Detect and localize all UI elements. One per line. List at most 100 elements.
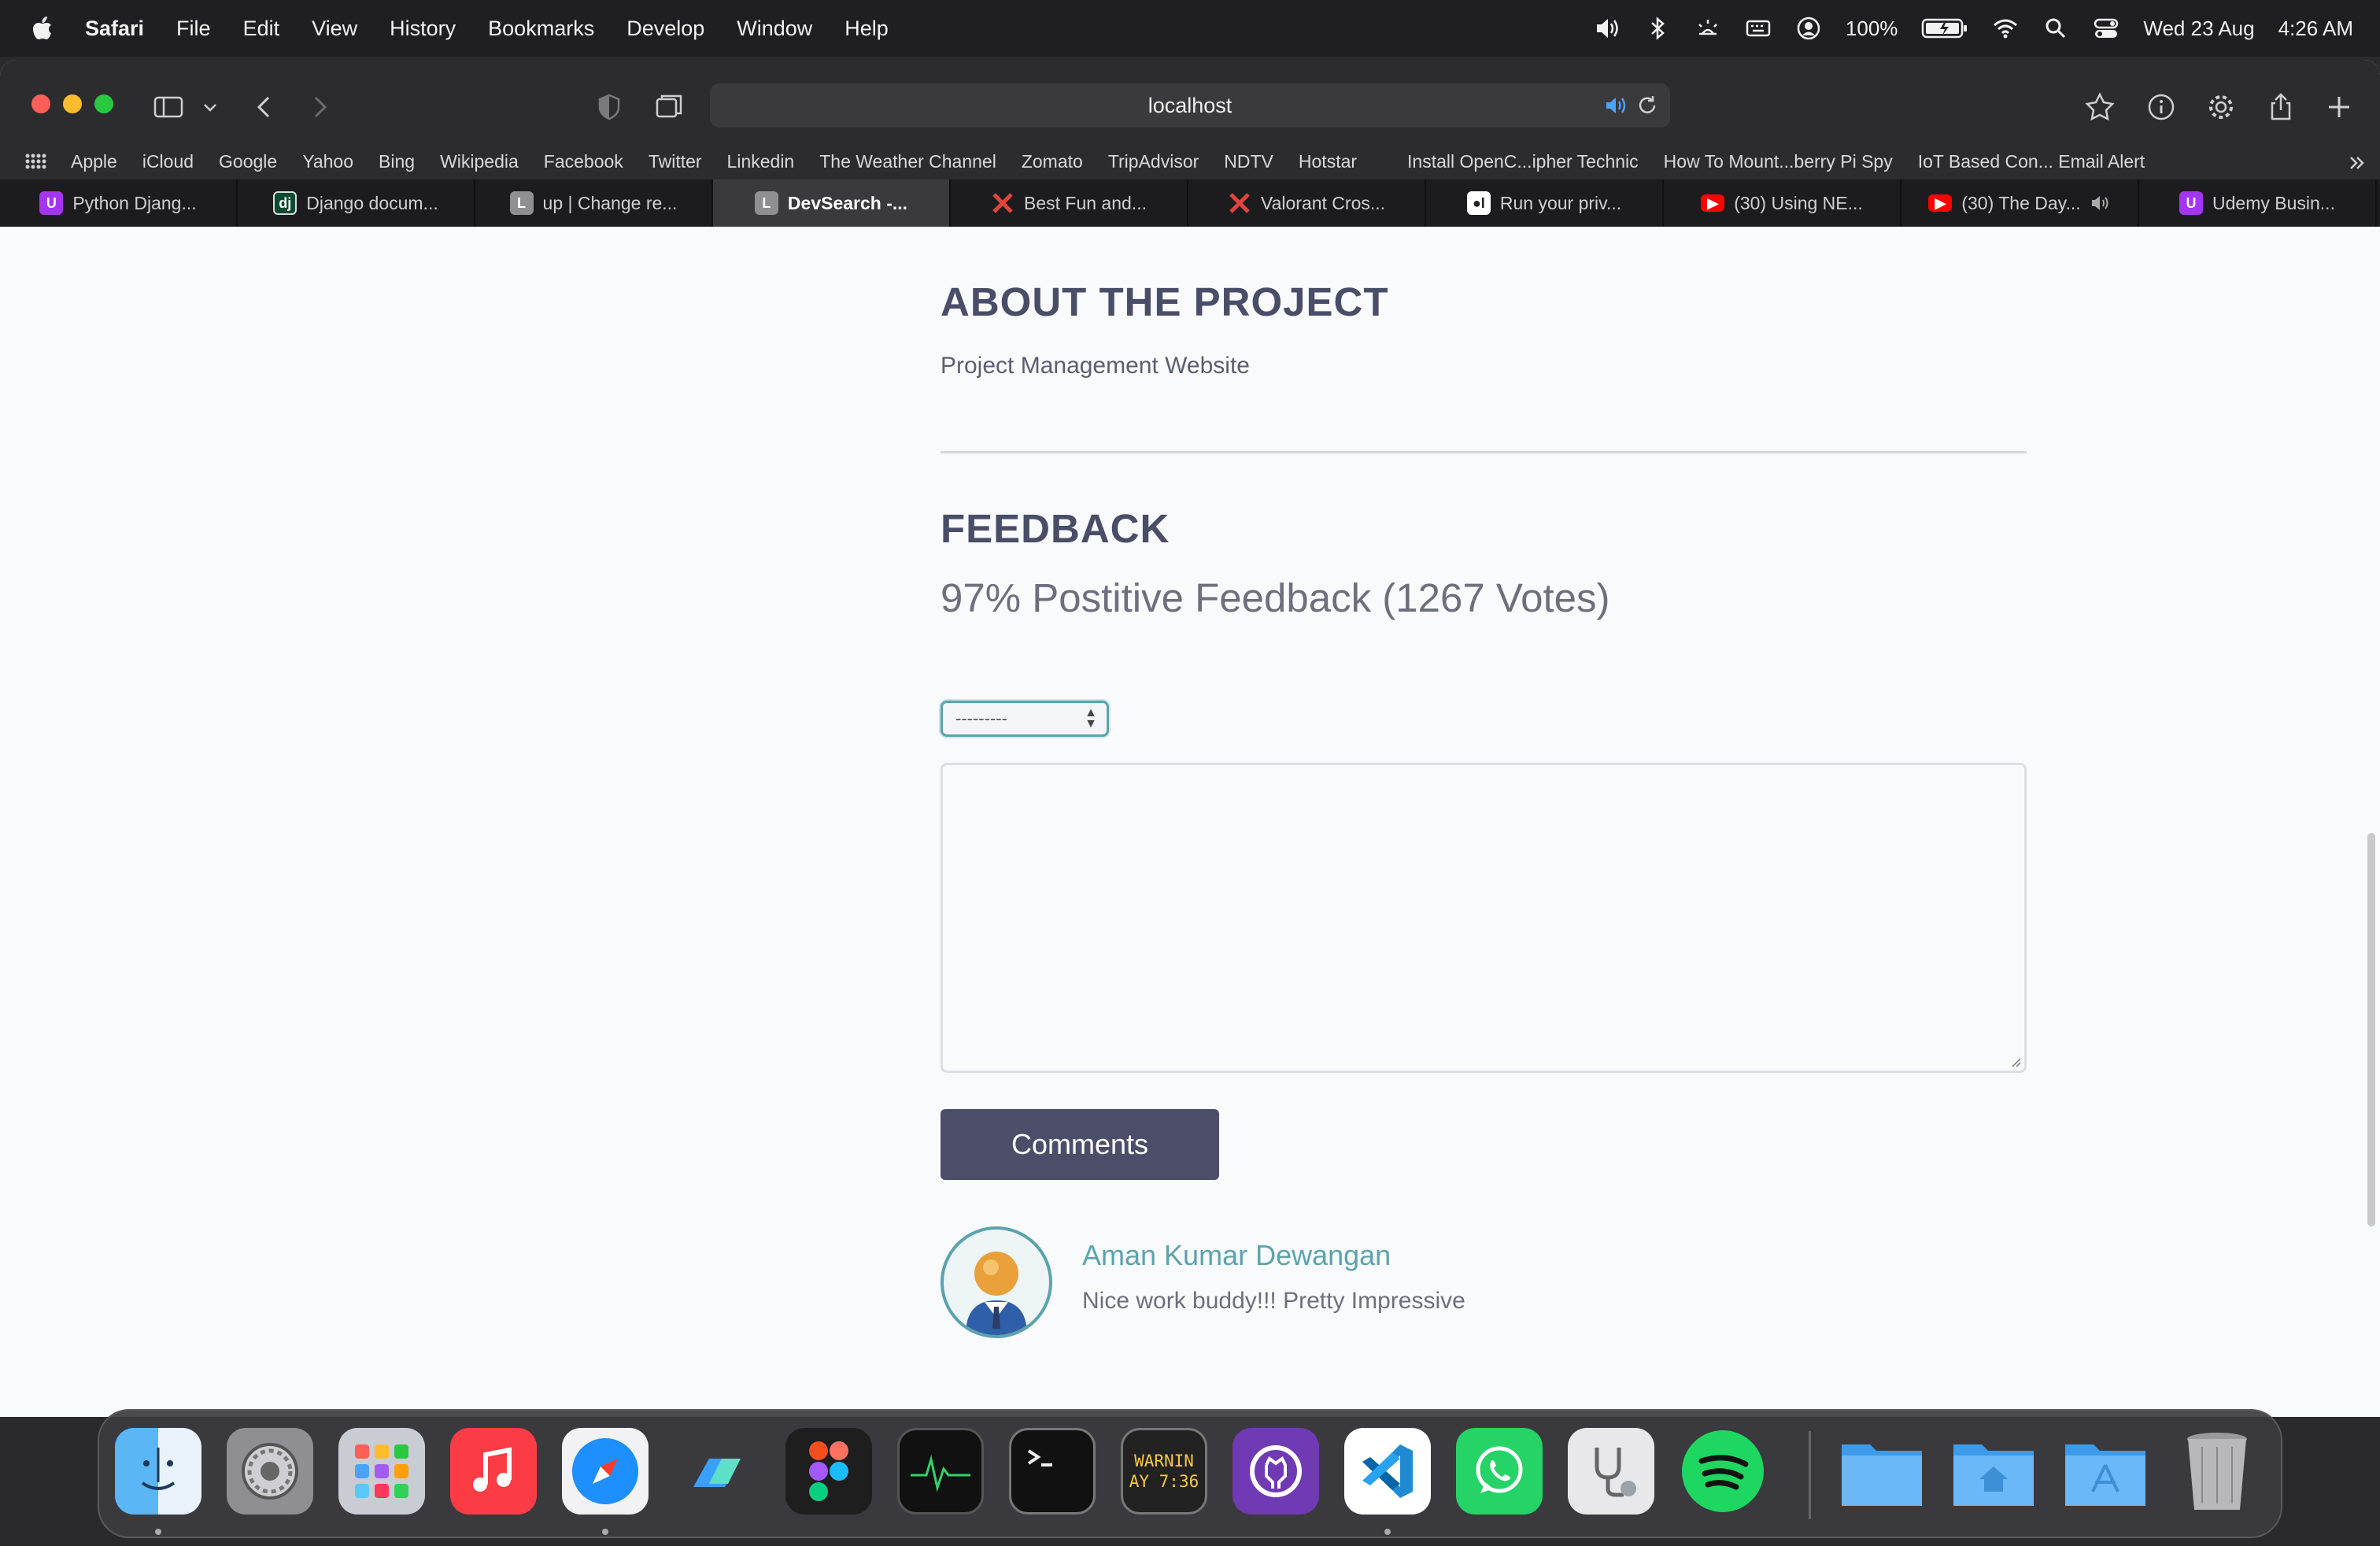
- folder-icon[interactable]: [1839, 1428, 1925, 1515]
- bookmark-item[interactable]: Linkedin: [727, 151, 795, 172]
- tab-devsearch[interactable]: L DevSearch -...: [713, 179, 951, 227]
- tab-run-private[interactable]: ●I Run your priv...: [1426, 179, 1664, 227]
- finder-icon[interactable]: [115, 1428, 201, 1515]
- privacy-shield-icon[interactable]: [593, 91, 625, 123]
- vote-select-value: ---------: [955, 708, 1007, 728]
- figma-icon[interactable]: [785, 1428, 872, 1515]
- tab-youtube-2[interactable]: ▶ (30) The Day...: [1901, 179, 2139, 227]
- menu-bookmarks[interactable]: Bookmarks: [488, 17, 594, 41]
- launchpad-icon[interactable]: [338, 1428, 425, 1515]
- new-tab-icon[interactable]: [2323, 91, 2355, 123]
- bookmark-item[interactable]: Hotstar: [1299, 151, 1357, 172]
- tab-youtube-1[interactable]: ▶ (30) Using NE...: [1664, 179, 1901, 227]
- bookmark-item[interactable]: Wikipedia: [440, 151, 519, 172]
- console-icon[interactable]: WARNIN AY 7:36: [1121, 1428, 1207, 1515]
- bluetooth-icon[interactable]: [1644, 15, 1671, 42]
- apps-grid-icon[interactable]: [24, 150, 47, 173]
- app-icon[interactable]: [674, 1428, 760, 1515]
- music-icon[interactable]: [450, 1428, 537, 1515]
- letter-l-icon: L: [509, 191, 534, 215]
- bookmark-item[interactable]: Facebook: [544, 151, 623, 172]
- bookmark-item[interactable]: IoT Based Con... Email Alert: [1918, 151, 2145, 172]
- comments-submit-button[interactable]: Comments: [941, 1109, 1219, 1180]
- tab-best-fun[interactable]: Best Fun and...: [951, 179, 1188, 227]
- battery-icon[interactable]: [1921, 15, 1968, 42]
- more-bookmarks-chevron-icon[interactable]: [2347, 153, 2367, 173]
- keyboard-icon[interactable]: [1745, 15, 1772, 42]
- menu-view[interactable]: View: [312, 17, 357, 41]
- settings-gear-icon[interactable]: [2205, 91, 2237, 123]
- menu-file[interactable]: File: [176, 17, 211, 41]
- bookmark-item[interactable]: Apple: [71, 151, 117, 172]
- tab-udemy-business[interactable]: U Udemy Busin...: [2139, 179, 2377, 227]
- activity-monitor-icon[interactable]: [897, 1428, 984, 1515]
- back-icon[interactable]: [249, 91, 280, 123]
- apple-menu-icon[interactable]: [31, 16, 54, 41]
- applications-folder-icon[interactable]: [2062, 1428, 2149, 1515]
- tab-audio-icon[interactable]: [1604, 94, 1628, 117]
- running-indicator: [602, 1529, 608, 1535]
- reviewer-name[interactable]: Aman Kumar Dewangan: [1082, 1239, 1391, 1272]
- whatsapp-icon[interactable]: [1456, 1428, 1543, 1515]
- safari-icon[interactable]: [562, 1428, 649, 1515]
- bookmark-item[interactable]: Zomato: [1022, 151, 1083, 172]
- bookmark-star-icon[interactable]: [2084, 91, 2116, 123]
- resize-grip-icon[interactable]: [2009, 1055, 2021, 1067]
- bookmark-item[interactable]: TripAdvisor: [1108, 151, 1199, 172]
- spotify-icon[interactable]: [1680, 1428, 1766, 1515]
- section-divider: [941, 451, 2027, 453]
- wifi-icon[interactable]: [1992, 15, 2019, 42]
- comment-textarea[interactable]: [941, 763, 2027, 1073]
- page-scrollbar[interactable]: [2367, 833, 2375, 1226]
- tab-valorant[interactable]: Valorant Cros...: [1188, 179, 1426, 227]
- menu-date[interactable]: Wed 23 Aug: [2143, 17, 2254, 41]
- chevron-down-icon[interactable]: [198, 91, 222, 123]
- speaker-icon[interactable]: [2090, 194, 2111, 213]
- menu-time[interactable]: 4:26 AM: [2278, 17, 2353, 41]
- bookmark-item[interactable]: Twitter: [649, 151, 702, 172]
- tab-change-record[interactable]: L up | Change re...: [475, 179, 713, 227]
- menu-help[interactable]: Help: [844, 17, 889, 41]
- system-settings-icon[interactable]: [227, 1428, 313, 1515]
- close-window-button[interactable]: [31, 94, 50, 113]
- bookmark-item[interactable]: Install OpenC...ipher Technic: [1407, 151, 1639, 172]
- tab-overview-icon[interactable]: [653, 91, 685, 123]
- share-icon[interactable]: [2265, 91, 2297, 123]
- reload-icon[interactable]: [1635, 94, 1659, 117]
- browser-toolbar: localhost: [0, 60, 2380, 148]
- volume-icon[interactable]: [1594, 15, 1621, 42]
- sidebar-icon[interactable]: [153, 91, 184, 123]
- github-desktop-icon[interactable]: [1232, 1428, 1319, 1515]
- tab-title: Valorant Cros...: [1260, 192, 1386, 213]
- bookmark-item[interactable]: NDTV: [1224, 151, 1273, 172]
- terminal-icon[interactable]: [1009, 1428, 1096, 1515]
- vscode-icon[interactable]: [1344, 1428, 1431, 1515]
- trash-icon[interactable]: [2174, 1428, 2260, 1515]
- menu-history[interactable]: History: [390, 17, 456, 41]
- bookmark-item[interactable]: Google: [219, 151, 277, 172]
- bookmark-item[interactable]: How To Mount...berry Pi Spy: [1664, 151, 1893, 172]
- tab-django-docs[interactable]: dj Django docum...: [238, 179, 475, 227]
- brightness-icon[interactable]: [1694, 15, 1721, 42]
- address-bar[interactable]: localhost: [710, 83, 1670, 128]
- bookmark-item[interactable]: Bing: [379, 151, 415, 172]
- avatar[interactable]: [941, 1226, 1052, 1338]
- control-center-icon[interactable]: [2093, 15, 2119, 42]
- home-folder-icon[interactable]: [1950, 1428, 2037, 1515]
- spotlight-search-icon[interactable]: [2042, 15, 2069, 42]
- tab-python-django[interactable]: U Python Djang...: [0, 179, 238, 227]
- bookmark-item[interactable]: iCloud: [142, 151, 194, 172]
- menu-app-name[interactable]: Safari: [85, 17, 144, 41]
- bookmark-item[interactable]: The Weather Channel: [819, 151, 996, 172]
- info-icon[interactable]: [2145, 91, 2177, 123]
- vote-select[interactable]: --------- ▲ ▼: [941, 701, 1109, 737]
- bookmark-item[interactable]: Yahoo: [302, 151, 353, 172]
- disk-utility-icon[interactable]: [1568, 1428, 1654, 1515]
- user-icon[interactable]: [1795, 15, 1822, 42]
- forward-icon[interactable]: [304, 91, 335, 123]
- menu-window[interactable]: Window: [737, 17, 812, 41]
- menu-develop[interactable]: Develop: [626, 17, 704, 41]
- menu-edit[interactable]: Edit: [243, 17, 280, 41]
- minimize-window-button[interactable]: [63, 94, 82, 113]
- zoom-window-button[interactable]: [94, 94, 113, 113]
